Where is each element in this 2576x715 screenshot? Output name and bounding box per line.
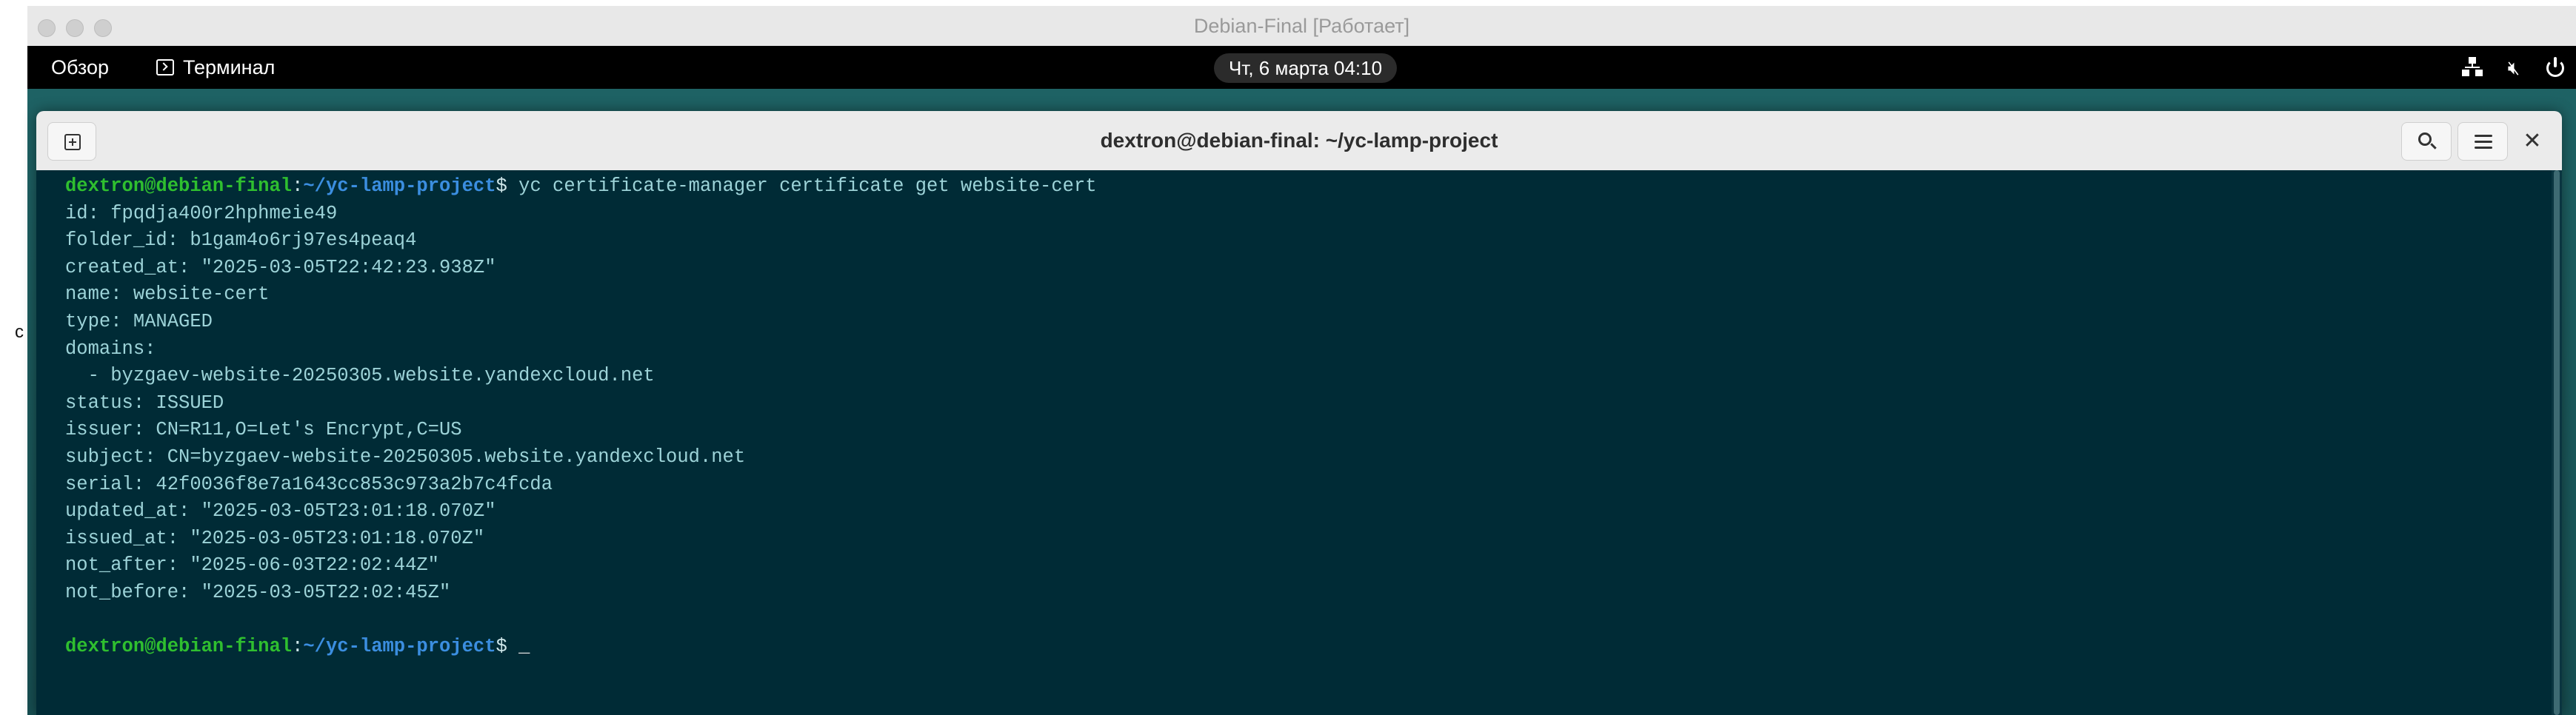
app-menu-label: Терминал <box>183 56 276 78</box>
search-icon <box>2418 132 2432 146</box>
close-icon: ✕ <box>2523 129 2542 153</box>
terminal-output[interactable]: dextron@debian-final:~/yc-lamp-project$ … <box>36 170 2552 715</box>
command-text: yc certificate-manager certificate get w… <box>518 175 1097 197</box>
terminal-scrollbar[interactable] <box>2552 170 2562 715</box>
output-line: issued_at: "2025-03-05T23:01:18.070Z" <box>65 527 485 549</box>
screen: c Debian-Final [Работает] Обзор Терминал… <box>0 0 2576 715</box>
prompt-separator: : <box>292 175 304 197</box>
hamburger-icon <box>2475 135 2492 137</box>
gnome-top-bar: Обзор Терминал Чт, 6 марта 04:10 🔇︎ <box>27 46 2576 89</box>
output-line: issuer: CN=R11,O=Let's Encrypt,C=US <box>65 419 462 441</box>
prompt-line: dextron@debian-final:~/yc-lamp-project$ … <box>36 634 1097 661</box>
output-line: domains: <box>65 338 156 360</box>
command-line: dextron@debian-final:~/yc-lamp-project$ … <box>36 173 1097 201</box>
scrollbar-thumb[interactable] <box>2554 170 2560 715</box>
output-line: id: fpqdja400r2hphmeie49 <box>65 202 338 224</box>
output-line: serial: 42f0036f8e7a1643cc853c973a2b7c4f… <box>65 473 553 495</box>
terminal-window: dextron@debian-final: ~/yc-lamp-project … <box>36 111 2562 715</box>
stray-text: c <box>15 322 24 342</box>
power-icon <box>2545 57 2566 78</box>
network-icon <box>2462 57 2483 78</box>
output-line: subject: CN=byzgaev-website-20250305.web… <box>65 446 746 468</box>
output-line: name: website-cert <box>65 283 270 306</box>
terminal-headerbar[interactable]: dextron@debian-final: ~/yc-lamp-project … <box>36 111 2562 171</box>
app-menu-terminal[interactable]: Терминал <box>156 46 275 89</box>
output-line: type: MANAGED <box>65 310 213 332</box>
host-titlebar[interactable]: Debian-Final [Работает] <box>27 6 2576 47</box>
output-line: status: ISSUED <box>65 392 224 414</box>
close-button[interactable]: ✕ <box>2515 124 2549 158</box>
output-line: folder_id: b1gam4o6rj97es4peaq4 <box>65 229 417 252</box>
prompt-user: dextron@debian-final <box>65 636 293 658</box>
output-line: created_at: "2025-03-05T22:42:23.938Z" <box>65 256 496 278</box>
terminal-icon <box>156 59 174 75</box>
output-line: not_after: "2025-06-03T22:02:44Z" <box>65 554 439 577</box>
prompt-symbol: $ <box>495 636 519 658</box>
prompt-path: ~/yc-lamp-project <box>303 636 496 658</box>
menu-button[interactable] <box>2457 122 2508 161</box>
prompt-path: ~/yc-lamp-project <box>303 175 496 197</box>
output-line: updated_at: "2025-03-05T23:01:18.070Z" <box>65 500 496 523</box>
prompt-user: dextron@debian-final <box>65 175 293 197</box>
text-cursor: _ <box>518 636 530 658</box>
output-line: not_before: "2025-03-05T22:02:45Z" <box>65 581 451 603</box>
system-tray[interactable]: 🔇︎ <box>2462 46 2576 89</box>
activities-overview-button[interactable]: Обзор <box>51 46 109 89</box>
host-window-title: Debian-Final [Работает] <box>1193 15 1410 37</box>
clock-button[interactable]: Чт, 6 марта 04:10 <box>1214 53 1398 83</box>
prompt-symbol: $ <box>495 175 519 197</box>
output-line: - byzgaev-website-20250305.website.yande… <box>65 365 655 387</box>
volume-muted-icon: 🔇︎ <box>2507 56 2520 78</box>
prompt-separator: : <box>292 636 304 658</box>
terminal-title: dextron@debian-final: ~/yc-lamp-project <box>1100 129 1498 152</box>
search-button[interactable] <box>2401 122 2452 161</box>
